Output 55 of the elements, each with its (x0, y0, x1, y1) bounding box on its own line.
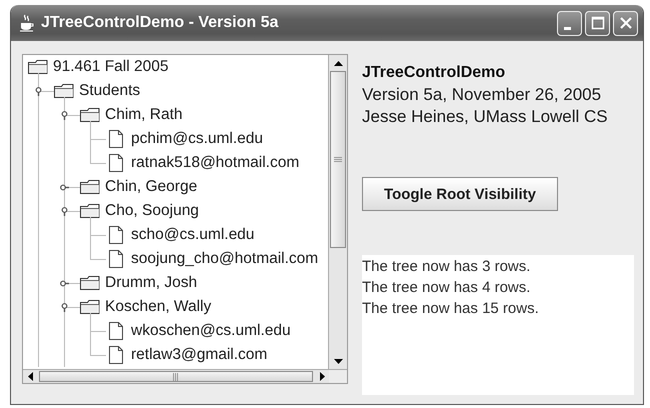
scroll-up-icon[interactable] (334, 60, 343, 66)
close-button[interactable] (613, 10, 638, 36)
horizontal-scrollbar[interactable] (23, 370, 329, 383)
tree-node[interactable]: Drumm, Josh (103, 274, 198, 292)
collapsed-handle-icon[interactable] (60, 183, 69, 192)
minimize-icon (564, 26, 571, 30)
folder-icon (28, 60, 48, 74)
folder-icon (80, 276, 100, 290)
document-icon (109, 250, 123, 268)
scroll-right-icon[interactable] (320, 372, 324, 381)
app-name: JTreeControlDemo (362, 63, 506, 83)
folder-icon (80, 204, 100, 218)
tree-node[interactable]: wkoschen@cs.uml.edu (129, 322, 291, 340)
tree-node[interactable]: Cho, Soojung (103, 202, 199, 220)
expanded-handle-icon[interactable] (60, 303, 69, 312)
vertical-scrollbar[interactable] (328, 55, 347, 369)
expanded-handle-icon[interactable] (60, 111, 69, 120)
document-icon (109, 226, 123, 244)
folder-icon (80, 300, 100, 314)
expanded-handle-icon[interactable] (60, 207, 69, 216)
tree-node[interactable]: Chin, George (103, 178, 198, 196)
tree-node[interactable]: scho@cs.uml.edu (129, 226, 254, 244)
scroll-left-icon[interactable] (28, 372, 32, 381)
grip-icon (334, 156, 342, 162)
tree-node[interactable]: Chim, Rath (103, 106, 183, 124)
close-icon (618, 16, 632, 30)
maximize-icon (590, 16, 604, 30)
toggle-root-button[interactable]: Toogle Root Visibility (362, 177, 558, 211)
expanded-handle-icon[interactable] (34, 87, 43, 96)
scroll-down-icon[interactable] (334, 358, 343, 364)
grip-icon (173, 372, 179, 380)
tree-node[interactable]: retlaw3@gmail.com (129, 346, 268, 364)
document-icon (109, 346, 123, 364)
tree-node[interactable]: Koschen, Wally (103, 298, 212, 316)
document-icon (109, 322, 123, 340)
tree-node[interactable]: Students (77, 82, 140, 100)
folder-icon (80, 180, 100, 194)
log-message: The tree now has 3 rows. (362, 257, 532, 277)
tree-node[interactable]: pchim@cs.uml.edu (129, 130, 264, 148)
window-title: JTreeControlDemo - Version 5a (41, 14, 280, 32)
tree-node[interactable]: soojung_cho@hotmail.com (129, 250, 318, 268)
info-text: Jesse Heines, UMass Lowell CS (362, 106, 609, 128)
info-text: Version 5a, November 26, 2005 (362, 84, 602, 106)
minimize-button[interactable] (557, 10, 582, 36)
document-icon (109, 154, 123, 172)
folder-icon (80, 108, 100, 122)
folder-icon (54, 84, 74, 98)
collapsed-handle-icon[interactable] (60, 279, 69, 288)
maximize-button[interactable] (585, 10, 610, 36)
tree-node[interactable]: 91.461 Fall 2005 (51, 58, 168, 76)
log-message: The tree now has 4 rows. (362, 278, 532, 298)
tree-node[interactable]: ratnak518@hotmail.com (129, 154, 300, 172)
log-message: The tree now has 15 rows. (362, 299, 540, 319)
document-icon (109, 130, 123, 148)
coffee-cup-icon (19, 14, 35, 32)
